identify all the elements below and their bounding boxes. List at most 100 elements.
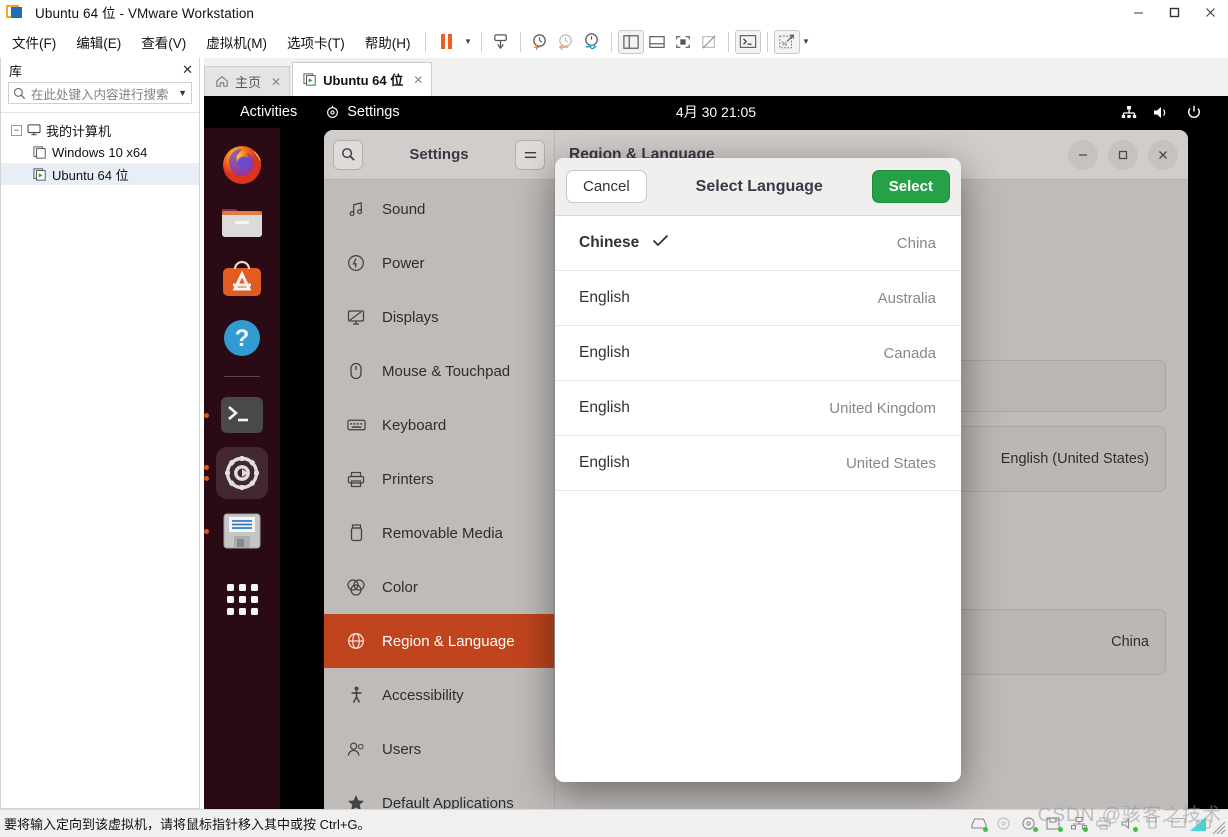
minimize-button[interactable]: [1120, 0, 1156, 25]
menu-help[interactable]: 帮助(H): [357, 29, 419, 55]
dock-item-terminal[interactable]: [204, 389, 268, 441]
sidebar-item-label: Default Applications: [382, 794, 514, 810]
dock-item-firefox[interactable]: [216, 138, 268, 190]
snapshot-add-button[interactable]: [527, 30, 553, 54]
tree-item-my-computer[interactable]: − 我的计算机: [1, 119, 199, 141]
list-item[interactable]: English Canada: [555, 326, 961, 381]
list-item[interactable]: Chinese China: [555, 216, 961, 271]
full-screen-icon: [675, 35, 690, 48]
show-thumbnail-bar-button[interactable]: [644, 30, 670, 54]
list-item[interactable]: English United Kingdom: [555, 381, 961, 436]
console-button[interactable]: [734, 29, 761, 54]
floppy-icon[interactable]: [1046, 816, 1063, 832]
network-icon[interactable]: [1071, 816, 1088, 832]
toolbar-separator-4: [610, 31, 612, 52]
dock-item-disks[interactable]: [204, 505, 268, 557]
power-dropdown-caret-icon[interactable]: ▼: [462, 30, 475, 54]
network-icon: [1121, 105, 1137, 118]
dock-item-files[interactable]: [216, 196, 268, 248]
sidebar-item-users[interactable]: Users: [324, 722, 554, 776]
settings-close-button[interactable]: [1148, 139, 1178, 170]
sidebar-item-mouse-touchpad[interactable]: Mouse & Touchpad: [324, 344, 554, 398]
maximize-button[interactable]: [1156, 0, 1192, 25]
settings-window-title: Settings: [409, 146, 469, 163]
library-search[interactable]: 在此处键入内容进行搜索 ▼: [8, 82, 192, 104]
vmware-logo-icon: [6, 4, 26, 20]
take-snapshot-button[interactable]: [488, 30, 514, 54]
tree-item-ubuntu-64[interactable]: Ubuntu 64 位: [1, 163, 199, 185]
computer-icon: [27, 124, 41, 136]
sidebar-item-printers[interactable]: Printers: [324, 452, 554, 506]
settings-maximize-button[interactable]: [1108, 139, 1138, 170]
sidebar-item-displays[interactable]: Displays: [324, 290, 554, 344]
pause-button[interactable]: [432, 30, 462, 54]
vm-guest-screen[interactable]: Activities Settings 4月 30 21:05 ? Settin…: [204, 96, 1228, 809]
terminal-icon: [221, 397, 263, 433]
library-search-caret-icon[interactable]: ▼: [178, 88, 187, 98]
printer-icon[interactable]: [1096, 817, 1112, 831]
sidebar-item-label: Sound: [382, 200, 426, 218]
sound-icon: [346, 201, 366, 218]
running-indicator-2: [204, 476, 209, 481]
menu-edit[interactable]: 编辑(E): [68, 29, 129, 55]
menu-tabs[interactable]: 选项卡(T): [279, 29, 353, 55]
formats-value: China: [1111, 634, 1149, 650]
sidebar-item-power[interactable]: Power: [324, 236, 554, 290]
sidebar-item-label: Accessibility: [382, 686, 464, 704]
ubuntu-software-icon: [223, 260, 261, 296]
help-icon: ?: [224, 320, 260, 356]
dock-item-settings[interactable]: [204, 447, 268, 499]
tree-expander-icon[interactable]: −: [11, 124, 22, 136]
library-close-icon[interactable]: ✕: [182, 62, 193, 78]
dialog-header: Cancel Select Language Select: [555, 158, 961, 216]
sidebar-item-color[interactable]: Color: [324, 560, 554, 614]
sidebar-item-region-language[interactable]: Region & Language: [324, 614, 554, 668]
sidebar-item-keyboard[interactable]: Keyboard: [324, 398, 554, 452]
tab-ubuntu-64[interactable]: Ubuntu 64 位 ✕: [292, 62, 433, 96]
tab-home[interactable]: 主页 ✕: [204, 66, 291, 96]
files-folder-icon: [222, 209, 262, 237]
unity-mode-button[interactable]: [696, 30, 722, 54]
menu-view[interactable]: 查看(V): [133, 29, 194, 55]
tree-item-windows-10-x64[interactable]: Windows 10 x64: [1, 141, 199, 163]
sidebar-item-default-applications[interactable]: Default Applications: [324, 776, 554, 809]
vm-running-icon: [33, 167, 46, 181]
tab-close-icon[interactable]: ✕: [271, 75, 281, 89]
send-key-caret-icon[interactable]: ▼: [800, 30, 813, 54]
select-button[interactable]: Select: [871, 170, 950, 203]
send-key-button[interactable]: %: [773, 29, 800, 54]
snapshot-revert-button[interactable]: [553, 30, 579, 54]
dock-item-show-applications[interactable]: [216, 573, 268, 625]
dock-item-ubuntu-software[interactable]: [216, 254, 268, 306]
close-button[interactable]: [1192, 0, 1228, 25]
system-tray[interactable]: [1121, 105, 1202, 120]
hamburger-menu-button[interactable]: [515, 139, 545, 170]
sidebar-item-removable-media[interactable]: Removable Media: [324, 506, 554, 560]
snapshot-manager-button[interactable]: [579, 30, 605, 54]
list-item[interactable]: English United States: [555, 436, 961, 491]
clock[interactable]: 4月 30 21:05: [204, 102, 1228, 122]
search-button[interactable]: [333, 139, 363, 170]
list-item[interactable]: English Australia: [555, 271, 961, 326]
usb-icon[interactable]: [1146, 816, 1162, 831]
hard-disk-icon[interactable]: [971, 817, 988, 832]
tab-close-icon[interactable]: ✕: [413, 73, 423, 87]
cancel-button[interactable]: Cancel: [566, 170, 647, 203]
full-screen-button[interactable]: [670, 30, 696, 54]
menu-file[interactable]: 文件(F): [4, 29, 64, 55]
dock-item-help[interactable]: ?: [216, 312, 268, 364]
sidebar-item-sound[interactable]: Sound: [324, 182, 554, 236]
sidebar-item-accessibility[interactable]: Accessibility: [324, 668, 554, 722]
unity-mode-icon: [701, 34, 716, 49]
sidebar-item-label: Displays: [382, 308, 439, 326]
show-library-button[interactable]: [617, 29, 644, 54]
toolbar-separator: [424, 31, 426, 52]
sound-icon[interactable]: [1121, 817, 1138, 832]
cdrom-icon[interactable]: [996, 816, 1012, 831]
language-name: English: [579, 344, 630, 361]
cdrom2-icon[interactable]: [1021, 816, 1038, 832]
resize-grip[interactable]: [1212, 821, 1226, 835]
display-icon[interactable]: [1171, 817, 1187, 831]
settings-minimize-button[interactable]: [1068, 139, 1098, 170]
menu-vm[interactable]: 虚拟机(M): [198, 29, 275, 55]
